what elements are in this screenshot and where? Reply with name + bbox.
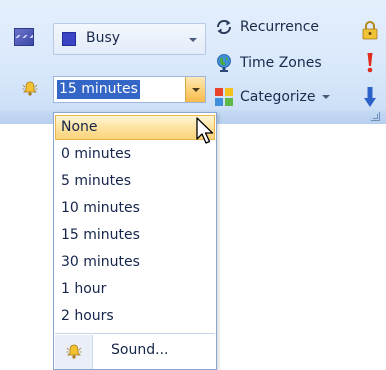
chevron-down-icon: [189, 38, 197, 42]
show-as-value: Busy: [86, 30, 121, 46]
busy-color-swatch: [62, 32, 76, 46]
recurrence-label: Recurrence: [240, 19, 320, 35]
sound-menu-item[interactable]: Sound...: [55, 335, 215, 369]
show-as-icon: [14, 28, 34, 46]
menu-icon-gutter: [55, 335, 93, 369]
lock-icon[interactable]: [361, 20, 379, 40]
bell-icon: [66, 344, 82, 359]
menu-separator: [55, 333, 215, 334]
low-importance-icon[interactable]: [363, 86, 377, 108]
recurrence-button[interactable]: Recurrence: [214, 16, 319, 38]
menu-item-1-hour[interactable]: 1 hour: [55, 277, 215, 302]
menu-item-10-minutes[interactable]: 10 minutes: [55, 196, 215, 221]
globe-icon: [217, 54, 231, 72]
reminder-dropdown[interactable]: 15 minutes: [53, 76, 206, 103]
show-as-dropdown[interactable]: Busy: [53, 23, 206, 55]
reminder-value: 15 minutes: [57, 80, 140, 99]
menu-item-0-minutes[interactable]: 0 minutes: [55, 142, 215, 167]
bell-icon: [22, 81, 38, 96]
menu-item-30-minutes[interactable]: 30 minutes: [55, 250, 215, 275]
categorize-label: Categorize: [240, 89, 316, 105]
outlook-options-ribbon-screenshot: Busy 15 minutes Recurrence Time Zones Ca…: [0, 0, 386, 370]
mouse-cursor-icon: [196, 117, 214, 144]
reminder-dropdown-button[interactable]: [185, 77, 205, 102]
sound-label: Sound...: [111, 342, 169, 358]
time-zones-label: Time Zones: [240, 55, 322, 71]
categorize-button[interactable]: Categorize: [214, 86, 330, 108]
menu-item-2-hours[interactable]: 2 hours: [55, 304, 215, 329]
recurrence-icon: [216, 19, 232, 35]
dialog-launcher-icon[interactable]: [371, 112, 380, 121]
menu-item-15-minutes[interactable]: 15 minutes: [55, 223, 215, 248]
high-importance-icon[interactable]: [364, 52, 376, 74]
menu-item-none[interactable]: None: [55, 115, 215, 140]
time-zones-button[interactable]: Time Zones: [214, 52, 322, 74]
reminder-menu: None 0 minutes 5 minutes 10 minutes 15 m…: [53, 112, 217, 370]
chevron-down-icon: [321, 95, 330, 99]
menu-item-5-minutes[interactable]: 5 minutes: [55, 169, 215, 194]
categorize-icon: [215, 88, 233, 106]
